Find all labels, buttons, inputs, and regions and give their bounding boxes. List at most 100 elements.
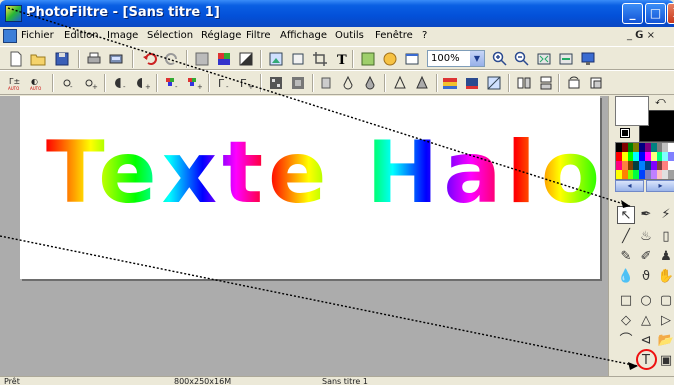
blur-more-icon[interactable]	[362, 75, 378, 91]
zoom-out-icon[interactable]	[514, 51, 530, 67]
blur-drop-icon[interactable]	[340, 75, 356, 91]
canvas-size-icon[interactable]	[290, 51, 306, 67]
menu-filtre[interactable]: Filtre	[246, 30, 271, 41]
menu-affichage[interactable]: Affichage	[280, 30, 327, 41]
pipette-tool[interactable]: ✒	[637, 206, 655, 224]
gradient-icon[interactable]	[442, 75, 458, 91]
palette-swatch[interactable]	[668, 161, 674, 170]
palette-swatch[interactable]	[668, 152, 674, 161]
smudge-tool[interactable]: ϑ	[637, 268, 655, 286]
undo-icon[interactable]	[142, 51, 158, 67]
menu-image[interactable]: Image	[107, 30, 138, 41]
rotate-right-icon[interactable]	[588, 75, 604, 91]
line-tool[interactable]: ╱	[617, 228, 635, 246]
save-icon[interactable]	[54, 51, 70, 67]
menu-edition[interactable]: Edition	[64, 30, 99, 41]
magic-wand-tool[interactable]: ⚡	[657, 206, 674, 224]
dust-filter-icon[interactable]	[268, 75, 284, 91]
noise-filter-icon[interactable]	[290, 75, 306, 91]
scan-icon[interactable]	[108, 51, 124, 67]
menu-outils[interactable]: Outils	[335, 30, 364, 41]
diamond-shape[interactable]: ◇	[617, 312, 635, 330]
auto-levels-icon[interactable]: Γ±AUTO	[8, 75, 24, 91]
fit-window-icon[interactable]	[558, 51, 574, 67]
new-file-icon[interactable]	[8, 51, 24, 67]
rectangle-shape[interactable]: □	[617, 292, 635, 310]
text-icon[interactable]: T	[334, 51, 350, 67]
actual-size-icon[interactable]	[536, 51, 552, 67]
palette-swatch[interactable]	[668, 143, 674, 152]
contrast-plus-icon[interactable]: +	[134, 75, 150, 91]
color-palette[interactable]	[615, 142, 674, 180]
rotate-left-icon[interactable]	[566, 75, 582, 91]
pattern-icon[interactable]	[486, 75, 502, 91]
menu-selection[interactable]: Sélection	[147, 30, 193, 41]
soften-icon[interactable]	[318, 75, 334, 91]
palette-next-button[interactable]: ▸	[646, 180, 674, 192]
brightness-minus-icon[interactable]: -	[60, 75, 76, 91]
zoom-in-icon[interactable]	[492, 51, 508, 67]
crop-icon[interactable]	[312, 51, 328, 67]
status-bar: Prêt 800x250x16M Sans titre 1	[0, 376, 674, 385]
svg-text:+: +	[248, 83, 254, 91]
document-icon[interactable]	[3, 29, 17, 43]
title-bar[interactable]: PhotoFiltre - [Sans titre 1] _ □ X	[0, 0, 674, 27]
saturation-plus-icon[interactable]: +	[186, 75, 202, 91]
blur-tool[interactable]: 💧	[617, 268, 635, 286]
open-folder-icon[interactable]	[30, 51, 46, 67]
auto-contrast-icon[interactable]: ◐AUTO	[30, 75, 46, 91]
print-icon[interactable]	[86, 51, 102, 67]
menu-reglage[interactable]: Réglage	[201, 30, 241, 41]
open-folder-shape[interactable]: 📂	[657, 332, 674, 350]
polygon-shape[interactable]: ⊲	[637, 332, 655, 350]
effects-icon[interactable]	[382, 51, 398, 67]
stamp-tool[interactable]: ♟	[657, 248, 674, 266]
close-button[interactable]: X	[667, 3, 674, 24]
fill-tool[interactable]: ♨	[637, 228, 655, 246]
fullscreen-icon[interactable]	[404, 51, 420, 67]
selection-tool[interactable]: ↖	[617, 206, 635, 224]
chevron-down-icon[interactable]: ▼	[470, 51, 484, 66]
flag-icon[interactable]	[464, 75, 480, 91]
grayscale-icon[interactable]	[194, 51, 210, 67]
sharpen-icon[interactable]	[392, 75, 408, 91]
window-title: PhotoFiltre - [Sans titre 1]	[26, 5, 220, 20]
hand-tool[interactable]: ✋	[657, 268, 674, 286]
brightness-plus-icon[interactable]: +	[82, 75, 98, 91]
menu-fenetre[interactable]: Fenêtre	[375, 30, 413, 41]
flip-vertical-icon[interactable]	[538, 75, 554, 91]
sharpen-more-icon[interactable]	[414, 75, 430, 91]
reset-colors-icon[interactable]	[620, 128, 630, 138]
triangle-shape[interactable]: △	[637, 312, 655, 330]
transparency-icon[interactable]	[360, 51, 376, 67]
palette-swatch[interactable]	[668, 170, 674, 179]
redo-icon[interactable]	[164, 51, 180, 67]
flip-horizontal-icon[interactable]	[516, 75, 532, 91]
gamma-minus-icon[interactable]: Γ-	[216, 75, 232, 91]
foreground-color-swatch[interactable]	[615, 96, 649, 126]
zoom-select[interactable]: 100% ▼	[427, 50, 485, 67]
image-tool[interactable]: ▣	[657, 352, 674, 370]
screen-icon[interactable]	[580, 51, 596, 67]
advanced-brush-tool[interactable]: ✐	[637, 248, 655, 266]
spray-tool[interactable]: ▯	[657, 228, 674, 246]
saturation-minus-icon[interactable]: -	[164, 75, 180, 91]
color-icon[interactable]	[216, 51, 232, 67]
minimize-button[interactable]: _	[622, 3, 643, 24]
lasso-shape[interactable]: ⌒	[617, 332, 635, 350]
rounded-rect-shape[interactable]: ▢	[657, 292, 674, 310]
ellipse-shape[interactable]: ○	[637, 292, 655, 310]
right-triangle-shape[interactable]: ▷	[657, 312, 674, 330]
menu-fichier[interactable]: Fichier	[21, 30, 54, 41]
palette-prev-button[interactable]: ◂	[615, 180, 644, 192]
mdi-controls[interactable]: _ 𝗚 ×	[627, 30, 655, 41]
maximize-button[interactable]: □	[645, 3, 666, 24]
contrast-minus-icon[interactable]: -	[112, 75, 128, 91]
gamma-plus-icon[interactable]: Γ +	[238, 75, 254, 91]
image-size-icon[interactable]	[268, 51, 284, 67]
swap-colors-icon[interactable]: ⤺	[655, 96, 666, 107]
menu-help[interactable]: ?	[422, 30, 427, 41]
contrast-icon[interactable]	[238, 51, 254, 67]
image-canvas[interactable]: Texte Halo	[20, 96, 600, 279]
brush-tool[interactable]: ✎	[617, 248, 635, 266]
